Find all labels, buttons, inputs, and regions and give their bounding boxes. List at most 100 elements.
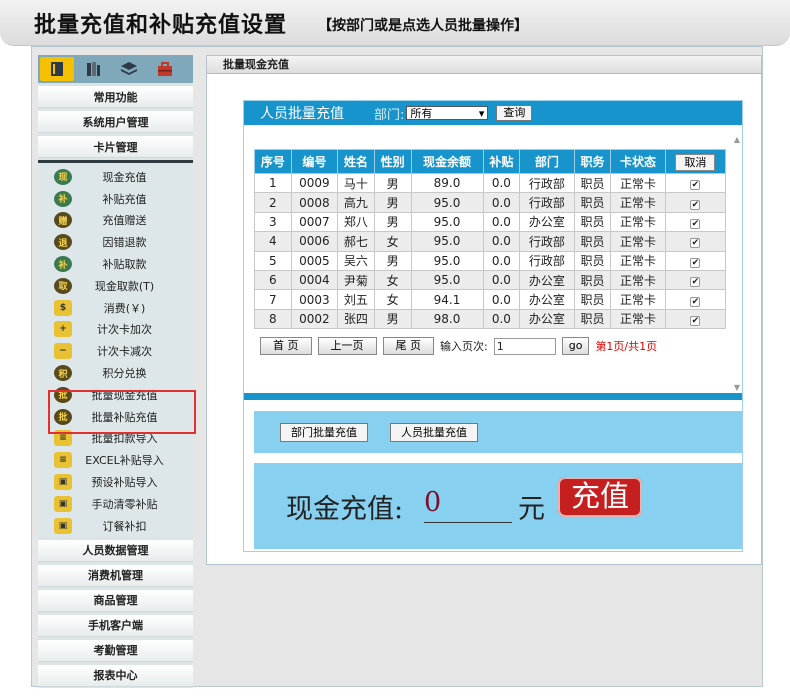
row-checkbox[interactable]: ✔ <box>690 180 701 191</box>
sidebar-item[interactable]: ▣ 手动清零补贴 <box>38 493 193 515</box>
col-department: 部门 <box>519 149 575 174</box>
sidebar-item[interactable]: 取 现金取款(T) <box>38 275 193 297</box>
sidebar-item[interactable]: ▣ 预设补贴导入 <box>38 471 193 493</box>
dept-select-value: 所有 <box>410 107 433 120</box>
select-cell: ✔ <box>664 211 727 233</box>
table-row[interactable]: 7 0003 刘五女 94.1 0.0 办公室 职员 正常卡 ✔ <box>254 289 727 310</box>
scroll-up-icon[interactable]: ▲ <box>734 135 740 144</box>
go-button[interactable]: go <box>561 337 590 355</box>
table-row[interactable]: 6 0004 尹菊女 95.0 0.0 办公室 职员 正常卡 ✔ <box>254 269 727 291</box>
query-button[interactable]: 查询 <box>496 105 533 121</box>
menu-system-users[interactable]: 系统用户管理 <box>38 111 193 133</box>
page-number-input[interactable]: 1 <box>493 337 556 355</box>
table-cell: 职员 <box>573 250 612 271</box>
sidebar-item[interactable]: 退 因错退款 <box>38 231 193 253</box>
sidebar-item[interactable]: 现 现金充值 <box>38 166 193 188</box>
table-cell: 办公室 <box>519 308 575 330</box>
table-cell: 95.0 <box>410 192 484 213</box>
sidebar-item[interactable]: − 计次卡减次 <box>38 340 193 362</box>
consume-icon: $ <box>54 299 72 316</box>
sidebar-item[interactable]: ▣ 订餐补扣 <box>38 515 193 537</box>
table-cell: 89.0 <box>410 172 484 194</box>
books-icon[interactable] <box>76 57 110 81</box>
first-page-button[interactable]: 首 页 <box>260 337 312 355</box>
menu-pos-machines[interactable]: 消费机管理 <box>38 564 193 587</box>
table-cell: 7 <box>254 289 292 310</box>
menu-card-management[interactable]: 卡片管理 <box>38 136 193 158</box>
table-cell: 0.0 <box>482 308 521 330</box>
table-row[interactable]: 3 0007 郑八男 95.0 0.0 办公室 职员 正常卡 ✔ <box>254 211 727 233</box>
scroll-down-icon[interactable]: ▼ <box>734 383 740 392</box>
table-cell: 1 <box>254 172 292 194</box>
sidebar-item-label: 补贴充值 <box>102 192 147 206</box>
menu-common-functions[interactable]: 常用功能 <box>38 86 193 108</box>
row-checkbox[interactable]: ✔ <box>690 199 701 210</box>
row-checkbox[interactable]: ✔ <box>690 257 701 268</box>
row-checkbox[interactable]: ✔ <box>690 296 701 307</box>
menu-personnel-data[interactable]: 人员数据管理 <box>38 539 193 562</box>
row-checkbox[interactable]: ✔ <box>690 218 701 229</box>
table-cell: 职员 <box>573 231 612 252</box>
row-checkbox[interactable]: ✔ <box>690 238 701 249</box>
sidebar-item[interactable]: ≡ EXCEL补贴导入 <box>38 449 193 471</box>
table-cell: 0004 <box>290 269 339 291</box>
main-panel: 批量现金充值 人员批量充值 部门: 所有 ▾ 查询 ▲ ▼ 序号 编号 姓名 性… <box>206 55 762 565</box>
tab-batch-cash-charge[interactable]: 批量现金充值 <box>207 56 761 74</box>
menu-mobile-client[interactable]: 手机客户端 <box>38 614 193 637</box>
row-checkbox[interactable]: ✔ <box>690 315 701 326</box>
cancel-select-button[interactable]: 取消 <box>675 153 716 171</box>
dept-batch-charge-button[interactable]: 部门批量充值 <box>280 422 368 442</box>
table-cell: 行政部 <box>519 172 575 194</box>
menu-attendance[interactable]: 考勤管理 <box>38 639 193 662</box>
table-row[interactable]: 4 0006 郝七女 95.0 0.0 行政部 职员 正常卡 ✔ <box>254 231 727 252</box>
layers-icon[interactable] <box>112 57 146 81</box>
content-area: 人员批量充值 部门: 所有 ▾ 查询 ▲ ▼ 序号 编号 姓名 性别 现金余额 … <box>243 100 743 552</box>
sidebar-item[interactable]: 赠 充值赠送 <box>38 210 193 232</box>
menu-goods[interactable]: 商品管理 <box>38 589 193 612</box>
staff-table: 序号 编号 姓名 性别 现金余额 补贴 部门 职务 卡状态 取消 1 0009 马十… <box>254 149 727 330</box>
sidebar-item[interactable]: + 计次卡加次 <box>38 319 193 341</box>
charge-button[interactable]: 充值 <box>558 477 642 517</box>
table-row[interactable]: 8 0002 张四男 98.0 0.0 办公室 职员 正常卡 ✔ <box>254 308 727 330</box>
sidebar-item[interactable]: $ 消费(￥) <box>38 297 193 319</box>
table-cell: 正常卡 <box>610 250 666 271</box>
prev-page-button[interactable]: 上一页 <box>317 337 377 355</box>
person-batch-charge-button[interactable]: 人员批量充值 <box>390 422 478 442</box>
table-cell: 职员 <box>573 172 612 194</box>
select-cell: ✔ <box>664 308 727 330</box>
table-row[interactable]: 5 0005 吴六男 95.0 0.0 行政部 职员 正常卡 ✔ <box>254 250 727 271</box>
cash-charge-icon: 现 <box>54 168 72 185</box>
table-cell: 女 <box>373 231 412 252</box>
table-cell: 高九 <box>337 192 375 213</box>
page-title: 批量充值和补贴充值设置 <box>34 13 288 38</box>
table-cell: 95.0 <box>410 211 484 233</box>
excel-import-icon: ≡ <box>54 452 72 469</box>
table-row[interactable]: 2 0008 高九男 95.0 0.0 行政部 职员 正常卡 ✔ <box>254 192 727 213</box>
dept-select[interactable]: 所有 ▾ <box>406 106 489 120</box>
amount-input[interactable]: 0 <box>424 487 512 523</box>
table-cell: 职员 <box>573 308 612 330</box>
col-gender: 性别 <box>373 149 412 174</box>
sidebar-item[interactable]: 补 补贴充值 <box>38 188 193 210</box>
filter-title: 人员批量充值 <box>260 106 344 122</box>
book-icon[interactable] <box>40 57 74 81</box>
last-page-button[interactable]: 尾 页 <box>382 337 434 355</box>
toolbox-icon[interactable] <box>148 57 182 81</box>
sidebar-icon-strip <box>38 55 193 83</box>
sidebar-item-label: 补贴取款 <box>102 258 147 272</box>
pager: 首 页 上一页 尾 页 输入页次: 1 go 第1页/共1页 <box>260 337 657 355</box>
mode-bar: 部门批量充值 人员批量充值 <box>254 411 742 453</box>
sidebar-item[interactable]: 补 补贴取款 <box>38 253 193 275</box>
sidebar-item-label: 消费(￥) <box>103 301 146 315</box>
count-add-icon: + <box>54 321 72 338</box>
row-checkbox[interactable]: ✔ <box>690 277 701 288</box>
table-cell: 张四 <box>337 308 375 330</box>
table-row[interactable]: 1 0009 马十男 89.0 0.0 行政部 职员 正常卡 ✔ <box>254 172 727 194</box>
col-position: 职务 <box>573 149 612 174</box>
sidebar-item[interactable]: 积 积分兑换 <box>38 362 193 384</box>
sidebar-item-label: 现金取款(T) <box>94 279 155 293</box>
menu-report-center[interactable]: 报表中心 <box>38 664 193 687</box>
page-info: 第1页/共1页 <box>595 340 658 353</box>
table-cell: 办公室 <box>519 289 575 310</box>
table-cell: 正常卡 <box>610 308 666 330</box>
